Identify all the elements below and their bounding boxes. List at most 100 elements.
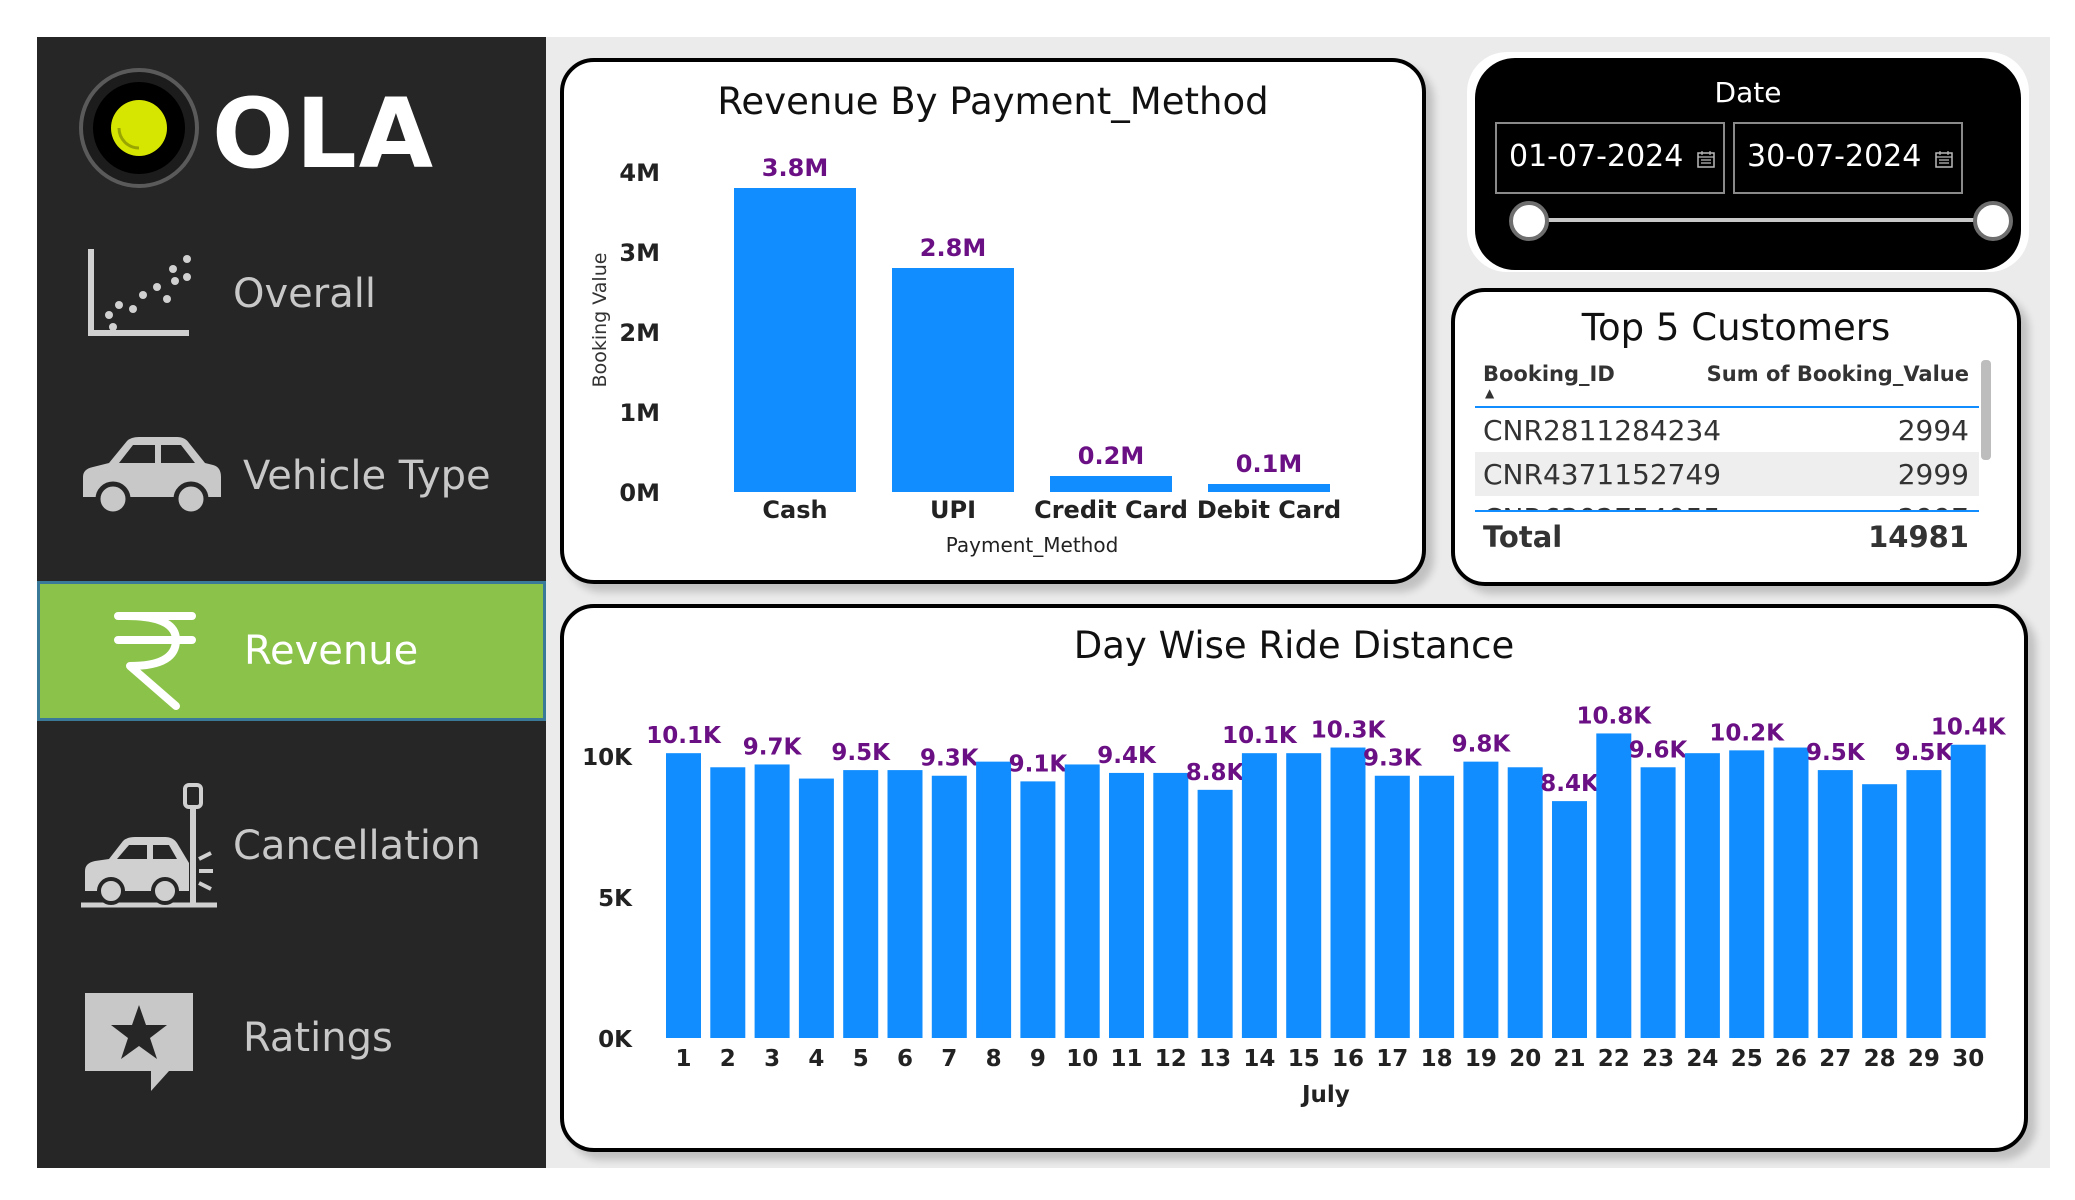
sidebar-item-cancellation[interactable]: Cancellation xyxy=(37,779,546,919)
x-tick-label: 29 xyxy=(1908,1046,1940,1072)
sidebar-item-revenue[interactable]: Revenue xyxy=(37,581,546,721)
calendar-icon[interactable] xyxy=(1697,150,1715,168)
data-label: 10.1K xyxy=(646,723,722,749)
start-date-slider-handle[interactable] xyxy=(1509,201,1549,241)
bar xyxy=(1640,767,1676,1038)
x-tick-label: 2 xyxy=(720,1046,736,1072)
end-date-value: 30-07-2024 xyxy=(1747,139,1922,174)
x-tick-label: 5 xyxy=(853,1046,869,1072)
y-tick-label: 2M xyxy=(619,319,660,347)
x-tick-label: 14 xyxy=(1243,1046,1275,1072)
table-scrollbar[interactable] xyxy=(1981,360,1991,460)
rupee-icon xyxy=(80,594,230,714)
bar xyxy=(1906,770,1942,1038)
bar xyxy=(887,770,923,1038)
bar xyxy=(1684,753,1720,1038)
star-comment-icon xyxy=(77,981,227,1101)
sidebar-item-overall[interactable]: Overall xyxy=(37,227,546,367)
revenue-by-payment-card: Revenue By Payment_Method 0M 1M 2M 3M 4M Book… xyxy=(560,58,1426,584)
data-label: 10.4K xyxy=(1931,715,2007,741)
data-label: 9.5K xyxy=(1806,740,1866,766)
y-tick-label: 4M xyxy=(619,159,660,187)
data-label: 9.5K xyxy=(1895,740,1955,766)
bar xyxy=(1208,484,1330,492)
x-tick-label: Credit Card xyxy=(1034,496,1188,524)
bar xyxy=(1330,747,1366,1038)
end-date-input[interactable]: 30-07-2024 xyxy=(1733,122,1963,194)
x-tick-label: 11 xyxy=(1110,1046,1142,1072)
car-icon xyxy=(77,419,227,539)
x-tick-label: 10 xyxy=(1066,1046,1098,1072)
table-row[interactable]: CNR2811284234 2994 xyxy=(1475,408,1979,452)
dashboard: OLA Overall Vehicle Type Revenue Cancell… xyxy=(0,0,2075,1200)
table-row[interactable]: CNR6302754055 2997 xyxy=(1475,496,1979,512)
sidebar-item-ratings[interactable]: Ratings xyxy=(37,971,546,1111)
table-total-row: Total 14981 xyxy=(1475,514,1979,564)
data-label: 3.8M xyxy=(762,154,828,182)
x-tick-label: 25 xyxy=(1731,1046,1763,1072)
x-tick-label: 15 xyxy=(1288,1046,1320,1072)
x-tick-label: 22 xyxy=(1598,1046,1630,1072)
x-tick-label: 7 xyxy=(941,1046,957,1072)
bar xyxy=(976,761,1012,1038)
data-label: 0.2M xyxy=(1078,442,1144,470)
x-tick-label: 9 xyxy=(1030,1046,1046,1072)
bar xyxy=(1950,744,1986,1038)
ola-logo: OLA xyxy=(79,63,499,193)
car-crash-icon xyxy=(77,775,227,915)
sidebar-label-ratings: Ratings xyxy=(243,1015,393,1061)
data-label: 8.4K xyxy=(1540,771,1600,797)
sidebar-label-revenue: Revenue xyxy=(244,628,419,674)
total-value: 14981 xyxy=(1868,520,1969,554)
day-wise-distance-card: Day Wise Ride Distance 0K 5K 10K 10.1K 1 2 9.7… xyxy=(560,604,2028,1152)
sidebar-label-vehicle-type: Vehicle Type xyxy=(243,453,491,499)
x-tick-label: 3 xyxy=(764,1046,780,1072)
date-filter-title: Date xyxy=(1714,76,1782,109)
bar xyxy=(1374,775,1410,1038)
booking-value-cell: 2999 xyxy=(1897,458,1969,491)
date-range-slider-track[interactable] xyxy=(1519,218,1989,222)
bar xyxy=(666,753,701,1038)
x-tick-label: 1 xyxy=(675,1046,691,1072)
calendar-icon[interactable] xyxy=(1935,150,1953,168)
end-date-slider-handle[interactable] xyxy=(1973,201,2013,241)
data-label: 10.1K xyxy=(1222,723,1298,749)
bar xyxy=(754,764,790,1038)
sidebar-label-overall: Overall xyxy=(233,271,376,317)
sidebar-item-vehicle-type[interactable]: Vehicle Type xyxy=(37,409,546,549)
data-label: 10.3K xyxy=(1311,718,1387,744)
date-filter-panel: Date 01-07-2024 30-07-2024 xyxy=(1475,58,2021,270)
data-label: 9.7K xyxy=(743,734,803,760)
data-label: 8.8K xyxy=(1186,760,1246,786)
y-tick-label: 3M xyxy=(619,239,660,267)
total-label: Total xyxy=(1483,520,1563,554)
x-tick-label: 20 xyxy=(1509,1046,1541,1072)
bar xyxy=(1197,789,1233,1038)
bar xyxy=(892,268,1014,492)
y-tick-label: 1M xyxy=(619,399,660,427)
sidebar: OLA Overall Vehicle Type Revenue Cancell… xyxy=(37,37,546,1168)
revenue-chart: 0M 1M 2M 3M 4M Booking Value 3.8M Cash 2.8M UPI 0.… xyxy=(589,154,1341,557)
x-tick-label: 16 xyxy=(1332,1046,1364,1072)
data-label: 9.3K xyxy=(1363,746,1423,772)
bar xyxy=(1241,753,1277,1038)
booking-id-cell: CNR2811284234 xyxy=(1483,414,1722,447)
data-label: 9.5K xyxy=(831,740,891,766)
column-header-booking-id[interactable]: Booking_ID xyxy=(1483,362,1615,386)
data-label: 2.8M xyxy=(920,234,986,262)
bar xyxy=(843,770,879,1038)
bar xyxy=(1109,772,1144,1038)
x-tick-label: 19 xyxy=(1465,1046,1497,1072)
x-tick-label: 18 xyxy=(1421,1046,1453,1072)
sort-ascending-icon[interactable]: ▲ xyxy=(1485,386,1494,400)
top-customers-title: Top 5 Customers xyxy=(1581,306,1891,349)
bar xyxy=(1729,750,1765,1038)
column-header-booking-value[interactable]: Sum of Booking_Value xyxy=(1707,362,1969,386)
y-tick-label: 0M xyxy=(619,479,660,507)
bar xyxy=(1419,775,1455,1038)
table-row[interactable]: CNR4371152749 2999 xyxy=(1475,452,1979,496)
x-tick-label: 12 xyxy=(1155,1046,1187,1072)
top-customers-table-viewport[interactable]: Booking_ID Sum of Booking_Value ▲ CNR281… xyxy=(1475,356,1979,576)
bar xyxy=(1507,767,1543,1038)
start-date-input[interactable]: 01-07-2024 xyxy=(1495,122,1725,194)
